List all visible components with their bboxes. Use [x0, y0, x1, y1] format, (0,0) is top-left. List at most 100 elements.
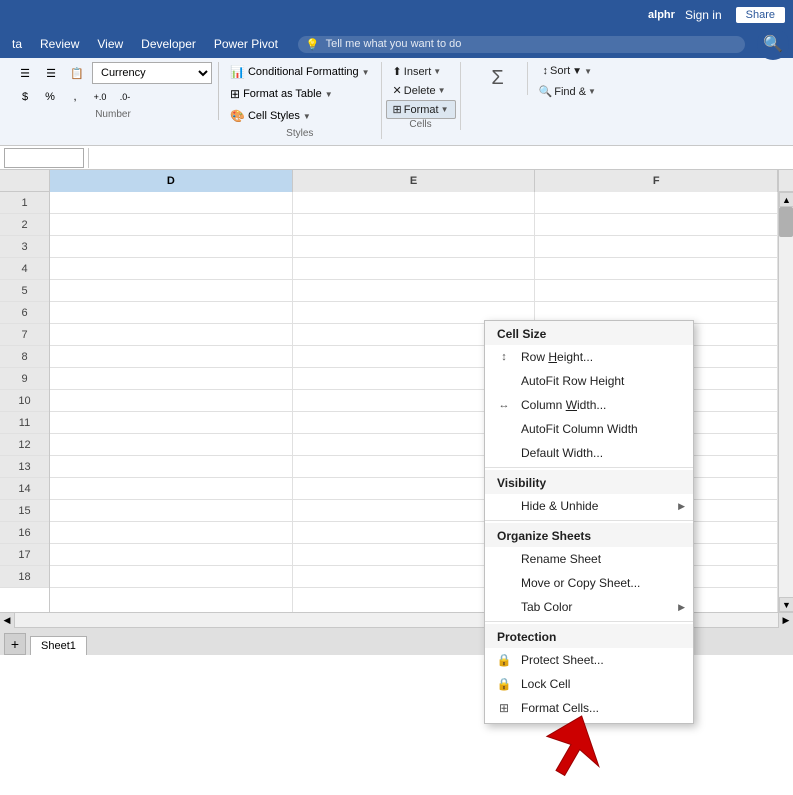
cell-F5[interactable]	[535, 280, 777, 302]
row-num-14[interactable]: 14	[0, 478, 49, 500]
cell-D3[interactable]	[50, 236, 292, 258]
dollar-sign-button[interactable]: $	[14, 87, 36, 107]
row-num-2[interactable]: 2	[0, 214, 49, 236]
col-header-d[interactable]: D	[50, 170, 293, 192]
name-box[interactable]	[4, 148, 84, 168]
search-bar[interactable]: 💡 Tell me what you want to do	[298, 36, 745, 53]
scrollbar-track[interactable]	[779, 207, 793, 597]
cell-D17[interactable]	[50, 544, 292, 566]
menu-item-developer[interactable]: Developer	[133, 34, 204, 54]
col-header-f[interactable]: F	[535, 170, 778, 192]
comma-button[interactable]: ,	[64, 87, 86, 107]
row-num-5[interactable]: 5	[0, 280, 49, 302]
cell-F4[interactable]	[535, 258, 777, 280]
row-num-10[interactable]: 10	[0, 390, 49, 412]
scroll-down-button[interactable]: ▼	[779, 597, 793, 612]
format-painter-icon[interactable]: 📋	[66, 63, 88, 83]
number-controls-bottom: $ % , +.0 .0-	[14, 87, 212, 107]
cell-D15[interactable]	[50, 500, 292, 522]
sheet-tab-1[interactable]: Sheet1	[30, 636, 87, 655]
row-num-6[interactable]: 6	[0, 302, 49, 324]
row-num-4[interactable]: 4	[0, 258, 49, 280]
sort-filter-button[interactable]: ↕ Sort ▼ ▼	[535, 62, 599, 80]
row-num-9[interactable]: 9	[0, 368, 49, 390]
format-cells-item[interactable]: ⊞ Format Cells...	[485, 696, 693, 723]
lock-cell-item[interactable]: 🔒 Lock Cell	[485, 672, 693, 696]
row-num-3[interactable]: 3	[0, 236, 49, 258]
cell-D2[interactable]	[50, 214, 292, 236]
default-width-item[interactable]: Default Width...	[485, 441, 693, 465]
cell-D4[interactable]	[50, 258, 292, 280]
cell-F1[interactable]	[535, 192, 777, 214]
cell-D16[interactable]	[50, 522, 292, 544]
row-num-13[interactable]: 13	[0, 456, 49, 478]
cell-E5[interactable]	[293, 280, 535, 302]
hide-unhide-item[interactable]: Hide & Unhide	[485, 494, 693, 518]
cell-E2[interactable]	[293, 214, 535, 236]
menu-item-ta[interactable]: ta	[4, 34, 30, 54]
protect-sheet-item[interactable]: 🔒 Protect Sheet...	[485, 648, 693, 672]
cell-E3[interactable]	[293, 236, 535, 258]
row-num-18[interactable]: 18	[0, 566, 49, 588]
search-circle-button[interactable]: 🔍	[757, 28, 789, 60]
row-height-item[interactable]: ↕ Row Height...	[485, 345, 693, 369]
align-center-icon[interactable]: ☰	[40, 63, 62, 83]
cell-D7[interactable]	[50, 324, 292, 346]
cell-D6[interactable]	[50, 302, 292, 324]
scroll-left-button[interactable]: ◀	[0, 613, 15, 628]
format-as-table-button[interactable]: ⊞ Format as Table ▼	[223, 84, 377, 104]
col-header-e[interactable]: E	[293, 170, 536, 192]
row-num-8[interactable]: 8	[0, 346, 49, 368]
autofit-row-item[interactable]: AutoFit Row Height	[485, 369, 693, 393]
cell-D8[interactable]	[50, 346, 292, 368]
cell-D18[interactable]	[50, 566, 292, 588]
cell-F2[interactable]	[535, 214, 777, 236]
rename-sheet-item[interactable]: Rename Sheet	[485, 547, 693, 571]
sign-in-button[interactable]: Sign in	[685, 8, 722, 22]
tab-color-item[interactable]: Tab Color	[485, 595, 693, 619]
row-num-16[interactable]: 16	[0, 522, 49, 544]
cell-styles-button[interactable]: 🎨 Cell Styles ▼	[223, 106, 377, 126]
row-num-11[interactable]: 11	[0, 412, 49, 434]
cell-D11[interactable]	[50, 412, 292, 434]
row-num-7[interactable]: 7	[0, 324, 49, 346]
conditional-formatting-button[interactable]: 📊 Conditional Formatting ▼	[223, 62, 377, 82]
number-format-select[interactable]: Currency	[92, 62, 212, 84]
row-num-1[interactable]: 1	[0, 192, 49, 214]
insert-button[interactable]: ⬆ Insert ▼	[386, 62, 449, 81]
cell-D14[interactable]	[50, 478, 292, 500]
cell-D5[interactable]	[50, 280, 292, 302]
cell-D13[interactable]	[50, 456, 292, 478]
formula-input[interactable]	[93, 148, 789, 168]
cell-E4[interactable]	[293, 258, 535, 280]
cell-E1[interactable]	[293, 192, 535, 214]
percent-button[interactable]: %	[39, 87, 61, 107]
col-width-item[interactable]: ↔ Column Width...	[485, 393, 693, 417]
cell-D1[interactable]	[50, 192, 292, 214]
row-num-17[interactable]: 17	[0, 544, 49, 566]
delete-button[interactable]: ✕ Delete ▼	[386, 81, 453, 100]
menu-item-view[interactable]: View	[89, 34, 131, 54]
menu-item-review[interactable]: Review	[32, 34, 87, 54]
scroll-right-button[interactable]: ▶	[778, 613, 793, 628]
cell-D10[interactable]	[50, 390, 292, 412]
move-copy-item[interactable]: Move or Copy Sheet...	[485, 571, 693, 595]
share-button[interactable]: Share	[736, 7, 785, 23]
scrollbar-thumb[interactable]	[779, 207, 793, 237]
scroll-up-button[interactable]: ▲	[779, 192, 793, 207]
increase-decimal-button[interactable]: +.0	[89, 87, 111, 107]
row-num-12[interactable]: 12	[0, 434, 49, 456]
add-sheet-button[interactable]: +	[4, 633, 26, 655]
cell-F3[interactable]	[535, 236, 777, 258]
menu-item-power-pivot[interactable]: Power Pivot	[206, 34, 286, 54]
cell-D9[interactable]	[50, 368, 292, 390]
cell-D12[interactable]	[50, 434, 292, 456]
vertical-scrollbar[interactable]: ▲ ▼	[778, 192, 793, 612]
sum-button[interactable]: Σ	[473, 62, 523, 95]
format-button[interactable]: ⊞ Format ▼	[386, 100, 456, 119]
align-left-icon[interactable]: ☰	[14, 63, 36, 83]
row-num-15[interactable]: 15	[0, 500, 49, 522]
find-select-button[interactable]: 🔍 Find & ▼	[532, 82, 603, 101]
decrease-decimal-button[interactable]: .0-	[114, 87, 136, 107]
autofit-col-item[interactable]: AutoFit Column Width	[485, 417, 693, 441]
